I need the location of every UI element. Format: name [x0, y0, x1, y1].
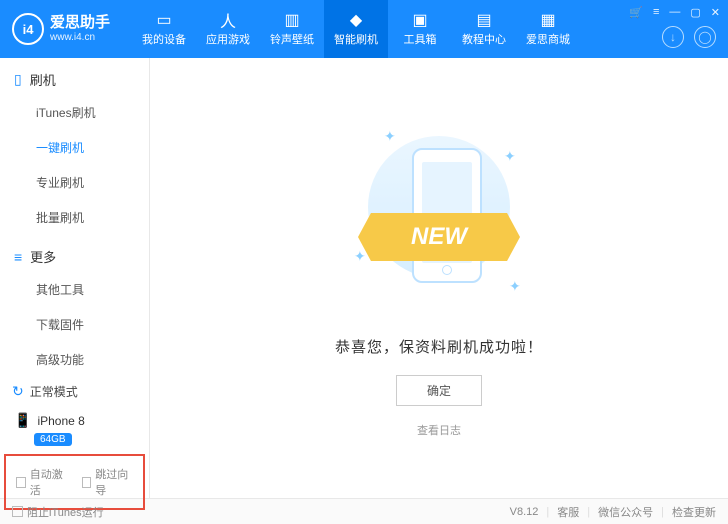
view-log-link[interactable]: 查看日志: [417, 422, 461, 438]
sidebar-item-oneclick[interactable]: 一键刷机: [0, 130, 149, 165]
device-icon: ▭: [154, 11, 174, 29]
wechat-link[interactable]: 微信公众号: [598, 504, 653, 520]
main-content: ✦ ✦ ✦ ✦ NEW 恭喜您，保资料刷机成功啦！ 确定 查看日志: [150, 58, 728, 498]
apps-icon: 人: [218, 11, 238, 29]
ringtone-icon: ▥: [282, 11, 302, 29]
new-ribbon: NEW: [358, 213, 520, 261]
mode-label: 正常模式: [30, 383, 78, 400]
mode-row[interactable]: ↻ 正常模式: [0, 377, 149, 406]
checkbox-label: 自动激活: [30, 466, 68, 498]
nav-smart-flash[interactable]: ◆ 智能刷机: [324, 0, 388, 58]
nav-label: 应用游戏: [206, 31, 250, 47]
logo-icon: i4: [12, 13, 44, 45]
nav-tutorials[interactable]: ▤ 教程中心: [452, 0, 516, 58]
checkbox-label: 阻止iTunes运行: [27, 504, 104, 520]
app-name: 爱思助手: [50, 14, 110, 32]
section-flash: ▯ 刷机: [0, 58, 149, 95]
device-row[interactable]: 📱 iPhone 8 64GB: [0, 406, 149, 452]
sidebar: ▯ 刷机 iTunes刷机 一键刷机 专业刷机 批量刷机 ≡ 更多 其他工具 下…: [0, 58, 150, 498]
nav-my-device[interactable]: ▭ 我的设备: [132, 0, 196, 58]
section-label: 更多: [30, 247, 56, 266]
auto-activate-checkbox[interactable]: 自动激活: [16, 466, 68, 498]
store-icon: ▦: [538, 11, 558, 29]
window-controls: 🛒 ≡ — ▢ ✕: [629, 6, 720, 19]
user-icon[interactable]: ◯: [694, 26, 716, 48]
device-phone-icon: 📱: [14, 412, 31, 429]
device-name: iPhone 8: [37, 414, 84, 428]
nav-toolbox[interactable]: ▣ 工具箱: [388, 0, 452, 58]
check-update-link[interactable]: 检查更新: [672, 504, 716, 520]
options-box: 自动激活 跳过向导: [4, 454, 145, 510]
close-icon[interactable]: ✕: [711, 6, 720, 19]
sidebar-item-download-fw[interactable]: 下载固件: [0, 307, 149, 342]
phone-icon: ▯: [14, 71, 22, 88]
success-illustration: ✦ ✦ ✦ ✦ NEW: [334, 118, 544, 318]
ok-button[interactable]: 确定: [396, 375, 482, 406]
sidebar-item-batch[interactable]: 批量刷机: [0, 200, 149, 235]
sidebar-item-itunes[interactable]: iTunes刷机: [0, 95, 149, 130]
toolbox-icon: ▣: [410, 11, 430, 29]
refresh-icon: ↻: [12, 383, 24, 400]
sidebar-item-pro[interactable]: 专业刷机: [0, 165, 149, 200]
block-itunes-checkbox[interactable]: 阻止iTunes运行: [12, 504, 104, 520]
skip-wizard-checkbox[interactable]: 跳过向导: [82, 466, 134, 498]
flash-icon: ◆: [346, 11, 366, 29]
minimize-icon[interactable]: —: [669, 6, 680, 19]
checkbox-label: 跳过向导: [95, 466, 133, 498]
menu-list-icon: ≡: [14, 249, 22, 265]
nav-label: 爱思商城: [526, 31, 570, 47]
success-message: 恭喜您，保资料刷机成功啦！: [335, 336, 543, 357]
book-icon: ▤: [474, 11, 494, 29]
nav-label: 我的设备: [142, 31, 186, 47]
section-more: ≡ 更多: [0, 235, 149, 272]
nav-label: 铃声壁纸: [270, 31, 314, 47]
cart-icon[interactable]: 🛒: [629, 6, 643, 19]
menu-icon[interactable]: ≡: [653, 6, 659, 19]
version-label: V8.12: [510, 506, 539, 518]
storage-badge: 64GB: [34, 433, 72, 446]
logo[interactable]: i4 爱思助手 www.i4.cn: [0, 13, 122, 45]
sidebar-item-advanced[interactable]: 高级功能: [0, 342, 149, 377]
nav-store[interactable]: ▦ 爱思商城: [516, 0, 580, 58]
sidebar-item-other-tools[interactable]: 其他工具: [0, 272, 149, 307]
app-url: www.i4.cn: [50, 32, 110, 44]
header: i4 爱思助手 www.i4.cn ▭ 我的设备 人 应用游戏 ▥ 铃声壁纸 ◆…: [0, 0, 728, 58]
header-aux: ↓ ◯: [662, 26, 716, 48]
nav-label: 工具箱: [404, 31, 437, 47]
nav-apps[interactable]: 人 应用游戏: [196, 0, 260, 58]
nav-label: 智能刷机: [334, 31, 378, 47]
maximize-icon[interactable]: ▢: [690, 6, 700, 19]
section-label: 刷机: [30, 70, 56, 89]
support-link[interactable]: 客服: [557, 504, 579, 520]
download-icon[interactable]: ↓: [662, 26, 684, 48]
nav-label: 教程中心: [462, 31, 506, 47]
top-nav: ▭ 我的设备 人 应用游戏 ▥ 铃声壁纸 ◆ 智能刷机 ▣ 工具箱 ▤ 教程中心…: [132, 0, 580, 58]
nav-ringtones[interactable]: ▥ 铃声壁纸: [260, 0, 324, 58]
